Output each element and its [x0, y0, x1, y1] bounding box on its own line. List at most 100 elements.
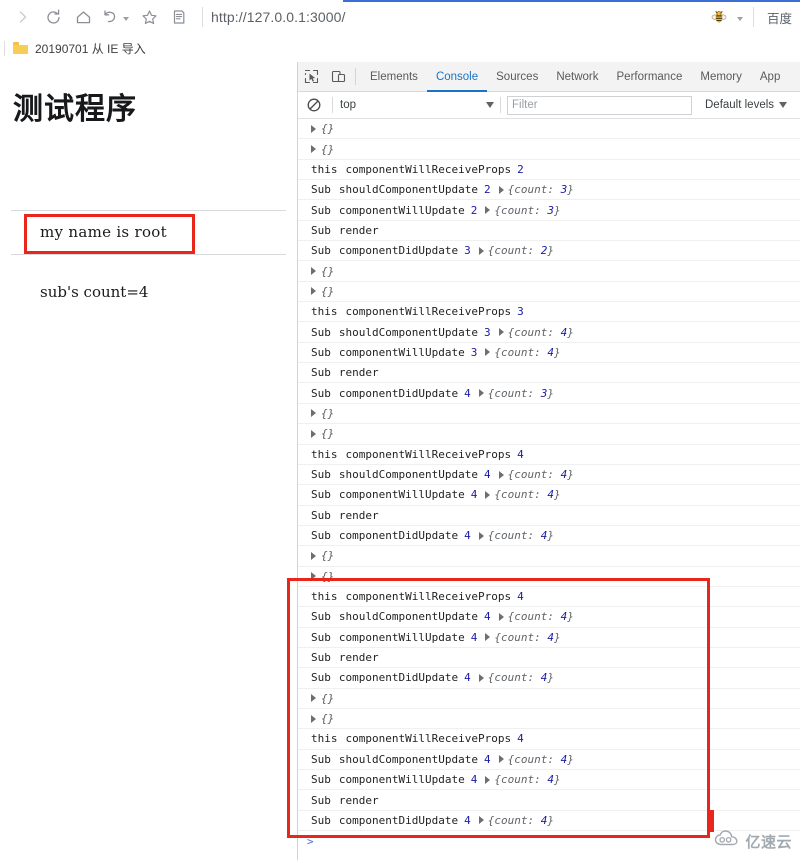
console-log-row[interactable]: Sub render — [298, 363, 800, 384]
expand-triangle-icon[interactable] — [311, 694, 316, 703]
console-log-row[interactable]: this componentWillReceiveProps 3 — [298, 302, 800, 323]
console-log-row[interactable]: Sub componentDidUpdate 4 {count: 3} — [298, 383, 800, 404]
console-log-row[interactable]: Sub componentWillUpdate 4 {count: 4} — [298, 770, 800, 791]
expand-triangle-icon[interactable] — [478, 389, 484, 398]
expand-triangle-icon[interactable] — [498, 470, 504, 479]
console-log-row[interactable]: this componentWillReceiveProps 4 — [298, 587, 800, 608]
log-object-preview[interactable]: {count: 4} — [485, 631, 561, 644]
console-log-row[interactable]: this componentWillReceiveProps 2 — [298, 160, 800, 181]
console-log-row[interactable]: Sub componentDidUpdate 4 {count: 4} — [298, 811, 800, 832]
search-engine-label[interactable]: 百度 — [758, 8, 800, 27]
expand-triangle-icon[interactable] — [311, 145, 316, 154]
expand-triangle-icon[interactable] — [311, 572, 316, 581]
console-log-row[interactable]: {} — [298, 119, 800, 140]
tab-performance[interactable]: Performance — [608, 62, 692, 92]
expand-triangle-icon[interactable] — [478, 531, 484, 540]
console-log-row[interactable]: {} — [298, 546, 800, 567]
console-log-row[interactable]: Sub componentWillUpdate 4 {count: 4} — [298, 485, 800, 506]
console-log-row[interactable]: Sub componentDidUpdate 3 {count: 2} — [298, 241, 800, 262]
log-object-preview[interactable]: {count: 4} — [485, 488, 561, 501]
log-object-preview[interactable]: {count: 4} — [485, 773, 561, 786]
history-dropdown-caret-icon[interactable] — [123, 17, 129, 21]
log-object-preview[interactable]: {count: 3} — [478, 387, 554, 400]
console-log-row[interactable]: Sub componentWillUpdate 2 {count: 3} — [298, 200, 800, 221]
expand-triangle-icon[interactable] — [311, 267, 316, 276]
console-context-selector[interactable]: top — [340, 99, 500, 111]
inspect-element-icon[interactable] — [298, 63, 325, 91]
tab-memory[interactable]: Memory — [691, 62, 751, 92]
extension-chevron-down-icon[interactable] — [736, 17, 743, 21]
log-object-preview[interactable]: {count: 4} — [478, 529, 554, 542]
device-toolbar-icon[interactable] — [325, 63, 352, 91]
expand-triangle-icon[interactable] — [478, 246, 484, 255]
home-icon[interactable] — [68, 2, 98, 32]
expand-triangle-icon[interactable] — [498, 185, 504, 194]
expand-triangle-icon[interactable] — [478, 673, 484, 682]
console-log-row[interactable]: {} — [298, 689, 800, 709]
console-log-row[interactable]: {} — [298, 709, 800, 730]
expand-triangle-icon[interactable] — [311, 551, 316, 560]
console-log-row[interactable]: Sub shouldComponentUpdate 4 {count: 4} — [298, 607, 800, 628]
expand-triangle-icon[interactable] — [478, 816, 484, 825]
log-object-preview[interactable]: {count: 3} — [485, 204, 561, 217]
forward-arrow-icon[interactable] — [8, 2, 38, 32]
expand-triangle-icon[interactable] — [498, 755, 504, 764]
console-log-row[interactable]: Sub shouldComponentUpdate 4 {count: 4} — [298, 465, 800, 486]
expand-triangle-icon[interactable] — [485, 633, 491, 642]
console-log-row[interactable]: Sub render — [298, 221, 800, 242]
console-log-row[interactable]: Sub componentDidUpdate 4 {count: 4} — [298, 668, 800, 689]
log-object-preview[interactable]: {count: 3} — [498, 183, 574, 196]
console-log-row[interactable]: Sub render — [298, 506, 800, 526]
console-log-row[interactable]: {} — [298, 282, 800, 303]
console-log-row[interactable]: {} — [298, 261, 800, 282]
console-log-row[interactable]: Sub componentWillUpdate 3 {count: 4} — [298, 343, 800, 364]
log-object-preview[interactable]: {count: 4} — [498, 468, 574, 481]
reload-icon[interactable] — [38, 2, 68, 32]
expand-triangle-icon[interactable] — [311, 287, 316, 296]
expand-triangle-icon[interactable] — [485, 206, 491, 215]
tab-console[interactable]: Console — [427, 62, 487, 92]
console-log-row[interactable]: Sub shouldComponentUpdate 3 {count: 4} — [298, 322, 800, 343]
log-object-preview[interactable]: {count: 4} — [478, 671, 554, 684]
console-log-row[interactable]: Sub componentWillUpdate 4 {count: 4} — [298, 628, 800, 648]
log-object-preview[interactable]: {count: 4} — [485, 346, 561, 359]
expand-triangle-icon[interactable] — [311, 124, 316, 133]
expand-triangle-icon[interactable] — [311, 429, 316, 438]
bee-icon[interactable] — [709, 7, 729, 27]
tab-sources[interactable]: Sources — [487, 62, 547, 92]
log-object-preview[interactable]: {count: 4} — [498, 610, 574, 623]
console-log-row[interactable]: Sub render — [298, 790, 800, 811]
console-log-row[interactable]: this componentWillReceiveProps 4 — [298, 445, 800, 465]
bookmark-item-ie-import[interactable]: 20190701 从 IE 导入 — [13, 40, 146, 57]
tab-elements[interactable]: Elements — [361, 62, 427, 92]
expand-triangle-icon[interactable] — [485, 775, 491, 784]
expand-triangle-icon[interactable] — [498, 328, 504, 337]
expand-triangle-icon[interactable] — [485, 348, 491, 357]
log-levels-selector[interactable]: Default levels — [705, 99, 788, 111]
expand-triangle-icon[interactable] — [498, 612, 504, 621]
console-log-row[interactable]: Sub render — [298, 648, 800, 669]
console-log-row[interactable]: {} — [298, 404, 800, 425]
clear-console-icon[interactable] — [303, 94, 325, 116]
console-log-row[interactable]: {} — [298, 424, 800, 445]
log-object-preview[interactable]: {count: 4} — [498, 753, 574, 766]
tab-network[interactable]: Network — [547, 62, 607, 92]
address-bar[interactable]: http://127.0.0.1:3000/ — [211, 0, 709, 34]
console-log-row[interactable]: Sub shouldComponentUpdate 2 {count: 3} — [298, 180, 800, 201]
console-log-row[interactable]: Sub shouldComponentUpdate 4 {count: 4} — [298, 750, 800, 770]
expand-triangle-icon[interactable] — [485, 490, 491, 499]
console-log-row[interactable]: Sub componentDidUpdate 4 {count: 4} — [298, 526, 800, 547]
reading-list-icon[interactable] — [164, 2, 194, 32]
star-icon[interactable] — [134, 2, 164, 32]
history-undo-icon[interactable] — [98, 2, 122, 32]
log-object-preview[interactable]: {count: 4} — [478, 814, 554, 827]
filter-input[interactable]: Filter — [507, 95, 692, 115]
console-log-list[interactable]: {}{} this componentWillReceiveProps 2 Sub sho… — [298, 119, 800, 859]
tab-application[interactable]: App — [751, 62, 789, 92]
console-log-row[interactable]: {} — [298, 139, 800, 160]
expand-triangle-icon[interactable] — [311, 714, 316, 723]
console-log-row[interactable]: this componentWillReceiveProps 4 — [298, 729, 800, 750]
console-log-row[interactable]: {} — [298, 567, 800, 587]
log-object-preview[interactable]: {count: 2} — [478, 244, 554, 257]
log-object-preview[interactable]: {count: 4} — [498, 326, 574, 339]
